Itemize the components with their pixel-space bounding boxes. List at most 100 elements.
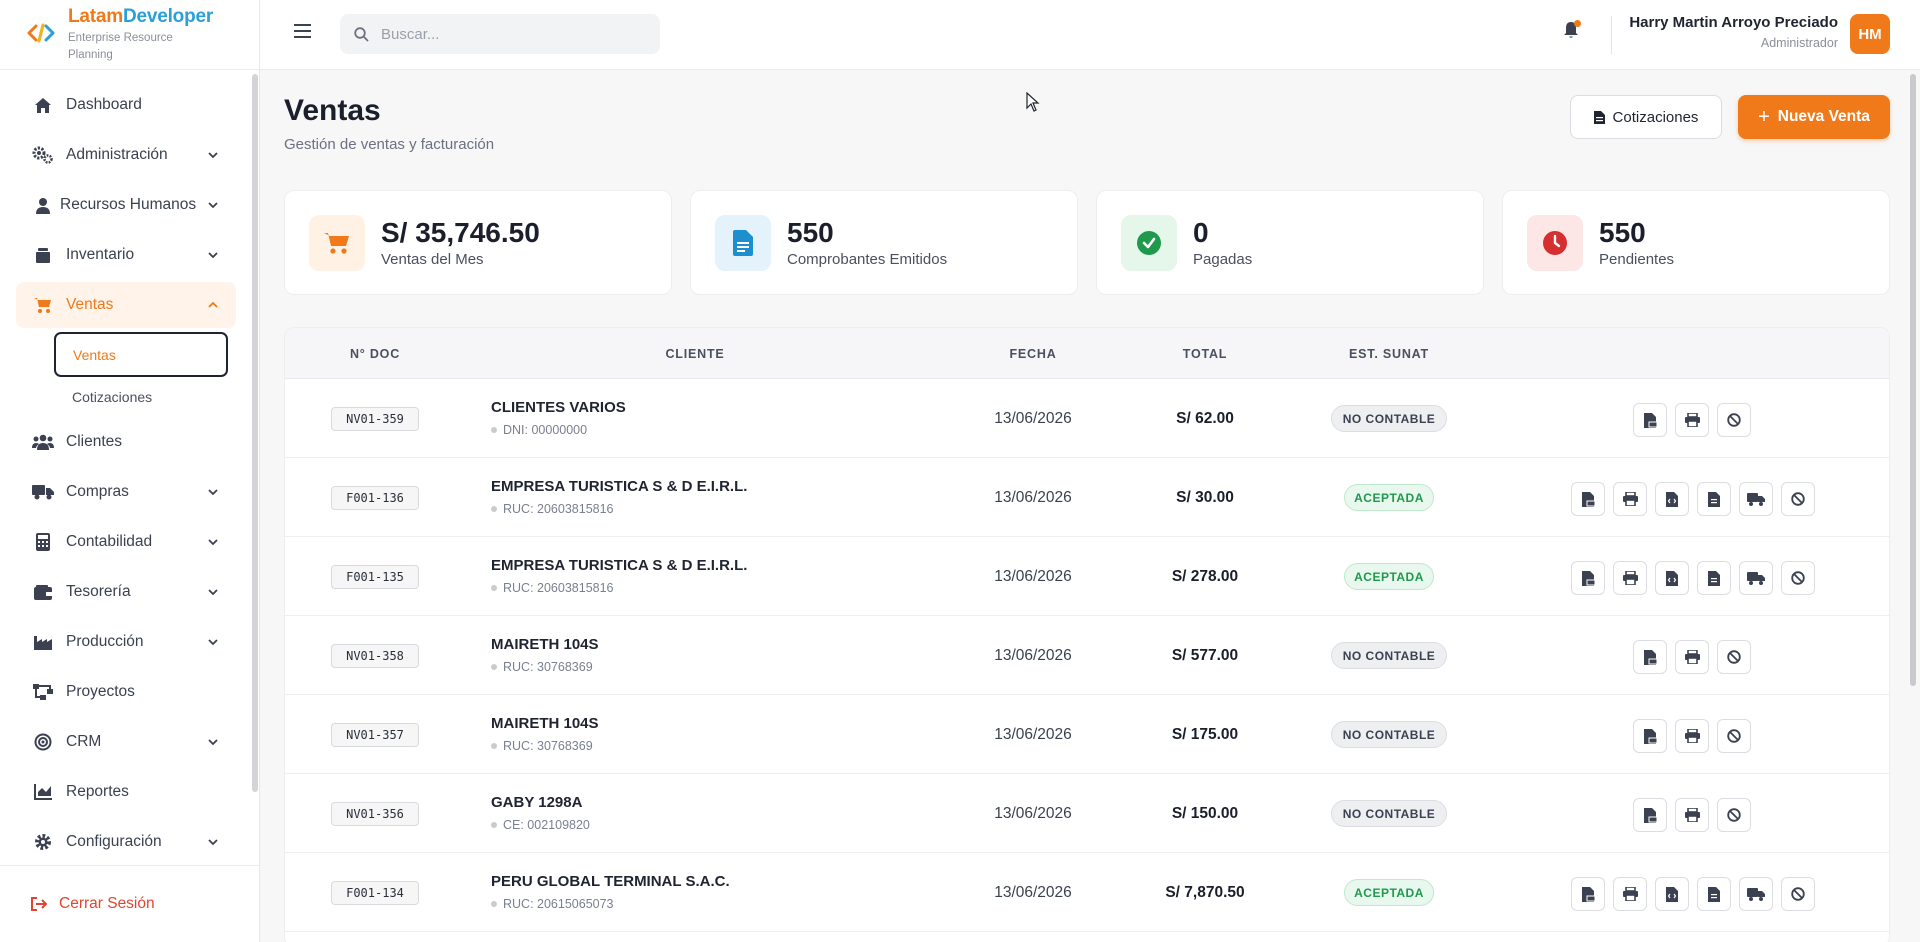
table-row[interactable]: F001-135 EMPRESA TURISTICA S & D E.I.R.L.… [285, 537, 1889, 616]
print-button[interactable] [1675, 640, 1709, 674]
client-name: MAIRETH 104S [491, 636, 599, 653]
xml-button[interactable] [1655, 482, 1689, 516]
column-header-doc[interactable]: N° DOC [331, 347, 419, 361]
anular-button[interactable] [1717, 403, 1751, 437]
diagram-icon [32, 681, 54, 703]
sidebar-item-ventas[interactable]: Ventas [16, 282, 236, 328]
chevron-down-icon [208, 252, 218, 259]
wallet-icon [32, 581, 54, 603]
row-actions [1571, 561, 1815, 595]
pdf-button[interactable] [1633, 719, 1667, 753]
table-row[interactable]: F001-134 PERU GLOBAL TERMINAL S.A.C. RUC: … [285, 853, 1889, 932]
print-button[interactable] [1613, 877, 1647, 911]
sidebar-item-label: Configuración [66, 833, 162, 850]
pdf-button[interactable] [1571, 482, 1605, 516]
doc-number[interactable]: NV01-357 [331, 723, 419, 747]
sale-total: S/ 7,870.50 [1165, 884, 1245, 901]
column-header-total[interactable]: TOTAL [1145, 347, 1265, 361]
doc-number[interactable]: F001-136 [331, 486, 419, 510]
sidebar-item-tesoreria[interactable]: Tesorería [0, 567, 250, 617]
pdf-icon [1581, 491, 1595, 507]
pdf-button[interactable] [1633, 798, 1667, 832]
pdf-button[interactable] [1633, 403, 1667, 437]
cdr-button[interactable] [1697, 877, 1731, 911]
anular-button[interactable] [1717, 719, 1751, 753]
stat-label: Pagadas [1193, 251, 1253, 268]
print-button[interactable] [1675, 403, 1709, 437]
brand[interactable]: LatamDeveloper Enterprise Resource Plann… [0, 0, 259, 70]
avatar[interactable]: HM [1850, 14, 1890, 54]
client-name: EMPRESA TURISTICA S & D E.I.R.L. [491, 557, 748, 574]
doc-number[interactable]: NV01-358 [331, 644, 419, 668]
cdr-button[interactable] [1697, 561, 1731, 595]
doc-number[interactable]: F001-134 [331, 881, 419, 905]
column-header-fecha[interactable]: FECHA [971, 347, 1095, 361]
cancel-icon [1791, 492, 1805, 506]
xml-button[interactable] [1655, 877, 1689, 911]
sidebar-subitem-ventas[interactable]: Ventas [54, 332, 228, 377]
anular-button[interactable] [1781, 877, 1815, 911]
sidebar-item-administracion[interactable]: Administración [0, 130, 250, 180]
sidebar-item-reportes[interactable]: Reportes [0, 767, 250, 817]
menu-toggle-icon[interactable] [294, 23, 312, 39]
sidebar-item-dashboard[interactable]: Dashboard [0, 80, 250, 130]
page-scrollbar[interactable] [1910, 74, 1916, 686]
column-header-cliente[interactable]: CLIENTE [585, 347, 805, 361]
print-button[interactable] [1675, 719, 1709, 753]
sidebar-item-compras[interactable]: Compras [0, 467, 250, 517]
doc-number[interactable]: NV01-359 [331, 407, 419, 431]
user-name[interactable]: Harry Martin Arroyo Preciado [1629, 14, 1838, 31]
logout-button[interactable]: Cerrar Sesión [0, 865, 259, 942]
notifications-button[interactable] [1563, 20, 1581, 44]
row-actions [1571, 482, 1815, 516]
column-header-sunat[interactable]: EST. SUNAT [1319, 347, 1459, 361]
client-name: PERU GLOBAL TERMINAL S.A.C. [491, 873, 730, 890]
guia-button[interactable] [1739, 561, 1773, 595]
table-row[interactable]: F001-136 EMPRESA TURISTICA S & D E.I.R.L.… [285, 458, 1889, 537]
nueva-venta-button[interactable]: + Nueva Venta [1738, 95, 1890, 139]
anular-button[interactable] [1781, 482, 1815, 516]
sidebar-item-contabilidad[interactable]: Contabilidad [0, 517, 250, 567]
sale-date: 13/06/2026 [994, 884, 1072, 901]
sidebar-item-label: Proyectos [66, 683, 135, 700]
doc-number[interactable]: F001-135 [331, 565, 419, 589]
pdf-button[interactable] [1571, 561, 1605, 595]
pdf-button[interactable] [1633, 640, 1667, 674]
doc-number[interactable]: NV01-356 [331, 802, 419, 826]
sidebar-item-label: Compras [66, 483, 129, 500]
cotizaciones-button[interactable]: Cotizaciones [1570, 95, 1722, 139]
xml-button[interactable] [1655, 561, 1689, 595]
cdr-button[interactable] [1697, 482, 1731, 516]
search-box[interactable] [340, 14, 660, 54]
cdr-file-icon [1708, 886, 1720, 902]
sidebar: LatamDeveloper Enterprise Resource Plann… [0, 0, 260, 942]
sale-total: S/ 30.00 [1176, 489, 1234, 506]
sidebar-item-inventario[interactable]: Inventario [0, 230, 250, 280]
sidebar-item-clientes[interactable]: Clientes [0, 417, 250, 467]
chevron-down-icon [208, 152, 218, 159]
table-row[interactable]: NV01-356 GABY 1298A CE: 002109820 13/06/202… [285, 774, 1889, 853]
anular-button[interactable] [1717, 798, 1751, 832]
print-button[interactable] [1613, 482, 1647, 516]
pdf-button[interactable] [1571, 877, 1605, 911]
table-row[interactable]: NV01-357 MAIRETH 104S RUC: 30768369 13/06/2… [285, 695, 1889, 774]
anular-button[interactable] [1781, 561, 1815, 595]
stat-card-comprobantes: 550 Comprobantes Emitidos [690, 190, 1078, 295]
print-button[interactable] [1675, 798, 1709, 832]
table-row[interactable]: NV01-359 CLIENTES VARIOS DNI: 00000000 13/0… [285, 379, 1889, 458]
sidebar-item-proyectos[interactable]: Proyectos [0, 667, 250, 717]
xml-file-icon [1666, 886, 1678, 902]
guia-button[interactable] [1739, 482, 1773, 516]
print-button[interactable] [1613, 561, 1647, 595]
sidebar-subitem-cotizaciones[interactable]: Cotizaciones [0, 377, 250, 417]
anular-button[interactable] [1717, 640, 1751, 674]
sidebar-item-crm[interactable]: CRM [0, 717, 250, 767]
stat-card-ventas-mes: S/ 35,746.50 Ventas del Mes [284, 190, 672, 295]
sidebar-item-produccion[interactable]: Producción [0, 617, 250, 667]
sidebar-item-rrhh[interactable]: Recursos Humanos [0, 180, 250, 230]
table-row[interactable]: NV01-358 MAIRETH 104S RUC: 30768369 13/06/2… [285, 616, 1889, 695]
sidebar-scrollbar[interactable] [252, 74, 258, 792]
search-input[interactable] [381, 25, 641, 43]
sidebar-item-configuracion[interactable]: Configuración [0, 817, 250, 867]
guia-button[interactable] [1739, 877, 1773, 911]
